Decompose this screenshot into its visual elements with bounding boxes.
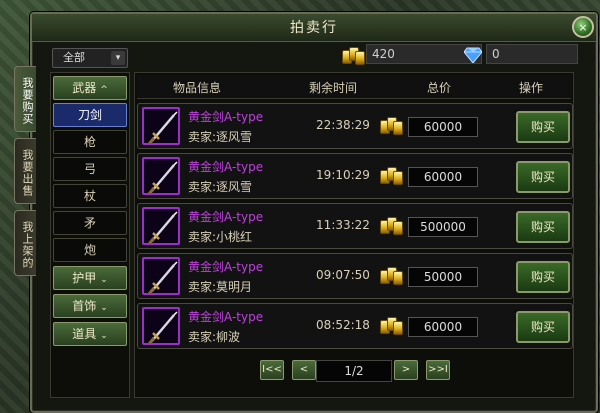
- remaining-time: 22:38:29: [316, 118, 370, 132]
- category-filter-select[interactable]: 全部 ▾: [52, 48, 128, 68]
- item-name: 黄金剑A-type: [188, 110, 264, 124]
- category-weapons-label: 武器: [72, 81, 97, 95]
- chevron-down-icon: ▾: [111, 51, 125, 65]
- sword-icon[interactable]: [142, 107, 180, 145]
- total-price: 60000: [408, 167, 478, 187]
- listing-row: 黄金剑A-type 卖家:莫明月 09:07:50 50000 购买: [137, 253, 573, 299]
- category-props[interactable]: 道具 ⌄: [53, 322, 127, 346]
- header-item-info: 物品信息: [173, 81, 222, 95]
- category-props-label: 道具: [72, 327, 97, 341]
- listing-row: 黄金剑A-type 卖家:逐风雪 19:10:29 60000 购买: [137, 153, 573, 199]
- subcategory-guns[interactable]: 枪: [53, 130, 127, 154]
- diamond-balance: 0: [486, 44, 578, 64]
- remaining-time: 11:33:22: [316, 218, 370, 232]
- buy-button[interactable]: 购买: [516, 111, 570, 143]
- total-price: 50000: [408, 267, 478, 287]
- side-tabs: 我要购买 我要出售 我上架的: [14, 66, 36, 282]
- total-price: 60000: [408, 117, 478, 137]
- listing-panel: 物品信息 剩余时间 总价 操作 黄金剑A-type 卖家:逐风雪 22:38:29 6…: [134, 72, 574, 398]
- prev-page-button[interactable]: <: [292, 360, 316, 380]
- category-armor[interactable]: 护甲 ⌄: [53, 266, 127, 290]
- subcategory-cannons[interactable]: 炮: [53, 238, 127, 262]
- buy-button[interactable]: 购买: [516, 161, 570, 193]
- category-panel: 武器 ^ 刀剑 枪 弓 杖 矛 炮 护甲 ⌄ 首饰 ⌄ 道具 ⌄: [50, 72, 130, 398]
- buy-button[interactable]: 购买: [516, 261, 570, 293]
- item-seller: 卖家:柳波: [188, 330, 241, 344]
- gold-ingot-icon: [340, 45, 366, 65]
- category-jewelry-label: 首饰: [72, 299, 97, 313]
- subcategory-swords[interactable]: 刀剑: [53, 103, 127, 127]
- chevron-up-icon: ^: [100, 85, 108, 95]
- auction-house-window: 拍卖行 × 我要购买 我要出售 我上架的 全部 ▾ 420 0 武器 ^ 刀剑 枪…: [14, 12, 598, 413]
- header-total-price: 总价: [427, 81, 452, 95]
- subcategory-spears[interactable]: 矛: [53, 211, 127, 235]
- window-title: 拍卖行: [32, 14, 596, 42]
- subcategory-bows[interactable]: 弓: [53, 157, 127, 181]
- item-seller: 卖家:小桃红: [188, 230, 253, 244]
- category-jewelry[interactable]: 首饰 ⌄: [53, 294, 127, 318]
- next-page-button[interactable]: >: [394, 360, 418, 380]
- buy-button[interactable]: 购买: [516, 211, 570, 243]
- item-name: 黄金剑A-type: [188, 260, 264, 274]
- page-indicator: 1/2: [316, 360, 392, 382]
- listing-row: 黄金剑A-type 卖家:逐风雪 22:38:29 60000 购买: [137, 103, 573, 149]
- remaining-time: 19:10:29: [316, 168, 370, 182]
- category-armor-label: 护甲: [72, 271, 97, 285]
- category-weapons[interactable]: 武器 ^: [53, 76, 127, 100]
- gold-ingot-icon: [378, 165, 404, 185]
- sword-icon[interactable]: [142, 207, 180, 245]
- subcategory-staffs[interactable]: 杖: [53, 184, 127, 208]
- item-name: 黄金剑A-type: [188, 310, 264, 324]
- gold-ingot-icon: [378, 265, 404, 285]
- item-name: 黄金剑A-type: [188, 160, 264, 174]
- close-icon: ×: [578, 20, 588, 34]
- tab-buy[interactable]: 我要购买: [14, 66, 36, 132]
- item-name: 黄金剑A-type: [188, 210, 264, 224]
- tab-sell[interactable]: 我要出售: [14, 138, 36, 204]
- sword-icon[interactable]: [142, 257, 180, 295]
- chevron-down-icon: ⌄: [100, 303, 108, 313]
- tab-my-listings[interactable]: 我上架的: [14, 210, 36, 276]
- sword-icon[interactable]: [142, 157, 180, 195]
- remaining-time: 09:07:50: [316, 268, 370, 282]
- chevron-down-icon: ⌄: [100, 275, 108, 285]
- gold-ingot-icon: [378, 315, 404, 335]
- item-seller: 卖家:逐风雪: [188, 180, 253, 194]
- chevron-down-icon: ⌄: [100, 331, 108, 341]
- sword-icon[interactable]: [142, 307, 180, 345]
- diamond-icon: [464, 47, 482, 63]
- close-button[interactable]: ×: [572, 16, 594, 38]
- last-page-button[interactable]: >>I: [426, 360, 450, 380]
- gold-ingot-icon: [378, 115, 404, 135]
- header-action: 操作: [519, 81, 544, 95]
- total-price: 60000: [408, 317, 478, 337]
- total-price: 500000: [408, 217, 478, 237]
- remaining-time: 08:52:18: [316, 318, 370, 332]
- buy-button[interactable]: 购买: [516, 311, 570, 343]
- filter-selected-value: 全部: [63, 51, 85, 64]
- header-remaining-time: 剩余时间: [309, 81, 358, 95]
- first-page-button[interactable]: I<<: [260, 360, 284, 380]
- listing-row: 黄金剑A-type 卖家:小桃红 11:33:22 500000 购买: [137, 203, 573, 249]
- item-seller: 卖家:逐风雪: [188, 130, 253, 144]
- gold-ingot-icon: [378, 215, 404, 235]
- table-header: 物品信息 剩余时间 总价 操作: [137, 75, 571, 99]
- listing-row: 黄金剑A-type 卖家:柳波 08:52:18 60000 购买: [137, 303, 573, 349]
- item-seller: 卖家:莫明月: [188, 280, 253, 294]
